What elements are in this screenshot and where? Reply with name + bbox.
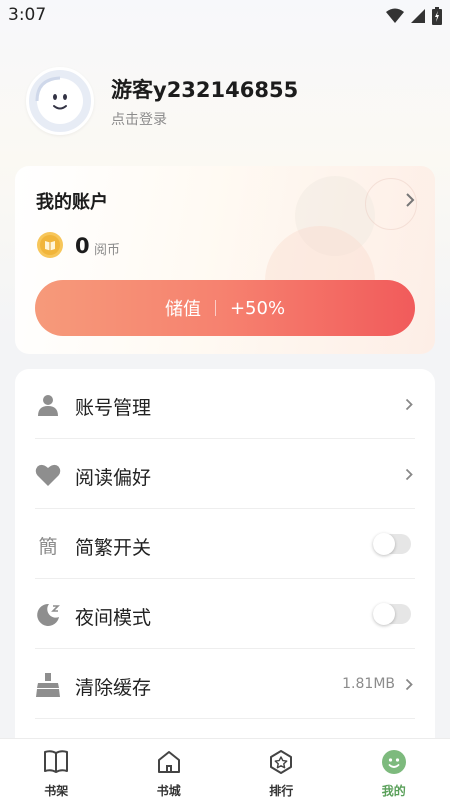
- broom-icon: [35, 672, 61, 698]
- setting-label: 夜间模式: [75, 607, 152, 629]
- settings-list: 账号管理 阅读偏好 簡 简繁开关 夜间模式 清除缓存 1.81MB: [15, 369, 435, 769]
- chevron-right-icon[interactable]: [405, 192, 415, 208]
- wifi-icon: [386, 8, 404, 23]
- toggle-knob: [373, 533, 395, 555]
- coin-icon: [37, 232, 63, 258]
- username[interactable]: 游客y232146855: [111, 74, 298, 104]
- traditional-toggle-switch[interactable]: [373, 533, 411, 555]
- divider: [35, 718, 415, 719]
- bottom-nav: 书架 书城 排行 我的: [0, 738, 450, 800]
- login-hint[interactable]: 点击登录: [111, 109, 167, 129]
- nav-label: 书城: [156, 784, 181, 798]
- avatar-face-icon: [35, 76, 83, 124]
- setting-label: 简繁开关: [75, 537, 152, 559]
- ranking-icon: [270, 750, 293, 774]
- chevron-right-icon: [405, 468, 413, 481]
- account-title: 我的账户: [36, 192, 108, 213]
- profile-face-icon: [381, 750, 406, 774]
- coin-balance: 0: [75, 234, 90, 258]
- recharge-divider: [214, 300, 216, 316]
- setting-reading-preference[interactable]: 阅读偏好: [15, 439, 435, 509]
- setting-label: 账号管理: [75, 397, 152, 419]
- setting-clear-cache[interactable]: 清除缓存 1.81MB: [15, 649, 435, 719]
- setting-night-mode[interactable]: 夜间模式: [15, 579, 435, 649]
- recharge-label: 储值: [164, 299, 201, 320]
- bookshelf-icon: [44, 750, 69, 773]
- status-bar: 3:07: [0, 0, 450, 32]
- cache-size: 1.81MB: [342, 676, 395, 692]
- setting-label: 阅读偏好: [75, 467, 152, 489]
- home-icon: [157, 751, 180, 773]
- recharge-button[interactable]: 储值 +50%: [35, 280, 415, 336]
- moon-icon: [35, 602, 61, 628]
- setting-traditional-toggle[interactable]: 簡 简繁开关: [15, 509, 435, 579]
- nav-ranking[interactable]: 排行: [225, 739, 338, 800]
- night-mode-toggle-switch[interactable]: [373, 603, 411, 625]
- chevron-right-icon: [405, 678, 413, 691]
- coin-unit: 阅币: [94, 243, 121, 258]
- account-card: 我的账户 0 阅币 储值 +50%: [15, 166, 435, 354]
- heart-icon: [35, 462, 61, 488]
- battery-icon: [432, 7, 442, 25]
- setting-account-management[interactable]: 账号管理: [15, 369, 435, 439]
- status-icons: [386, 7, 442, 25]
- toggle-knob: [373, 603, 395, 625]
- setting-label: 清除缓存: [75, 677, 152, 699]
- status-time: 3:07: [8, 5, 47, 25]
- nav-label: 排行: [269, 784, 294, 798]
- chevron-right-icon: [405, 398, 413, 411]
- nav-label: 书架: [44, 784, 69, 798]
- signal-icon: [411, 9, 425, 23]
- avatar[interactable]: [26, 67, 94, 135]
- nav-mine[interactable]: 我的: [338, 739, 450, 800]
- nav-bookshelf[interactable]: 书架: [0, 739, 113, 800]
- nav-bookstore[interactable]: 书城: [113, 739, 226, 800]
- recharge-bonus: +50%: [229, 297, 286, 319]
- person-icon: [35, 392, 61, 418]
- nav-label: 我的: [381, 784, 406, 798]
- traditional-char-icon: 簡: [38, 535, 58, 558]
